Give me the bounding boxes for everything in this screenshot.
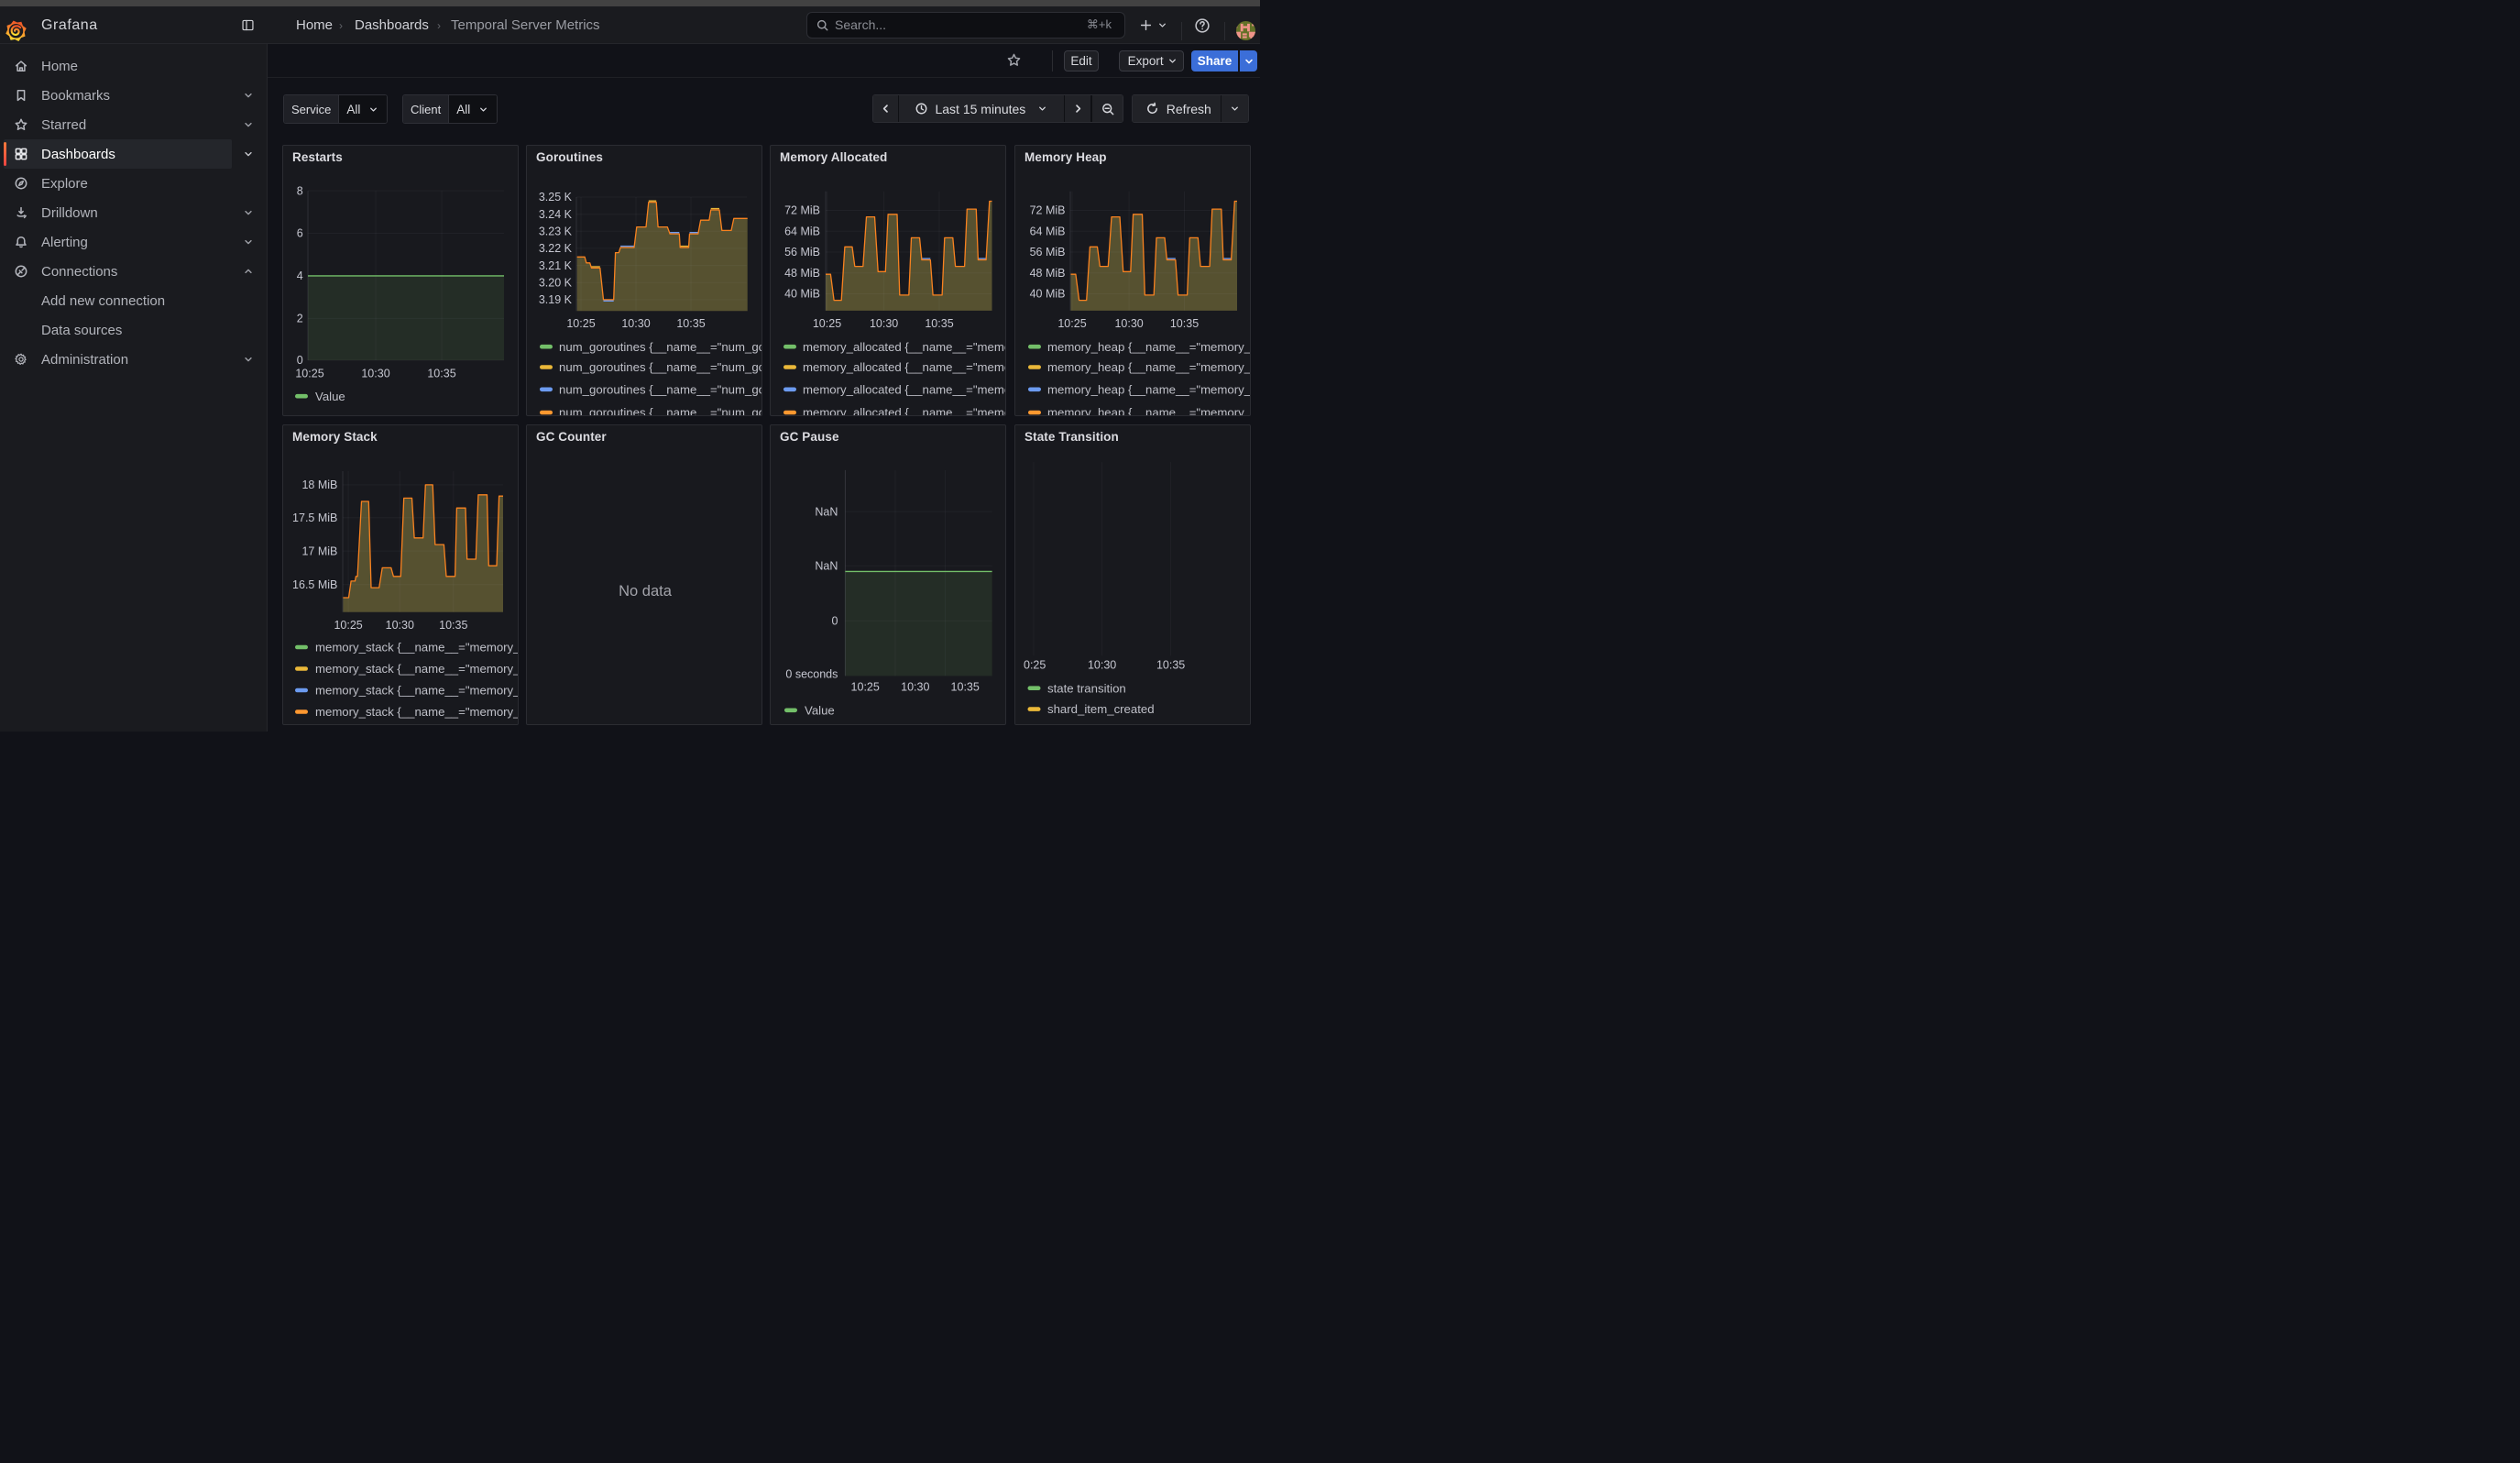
svg-text:48 MiB: 48 MiB (784, 266, 820, 279)
svg-text:6: 6 (297, 226, 303, 239)
svg-text:10:30: 10:30 (621, 317, 650, 330)
svg-text:10:25: 10:25 (334, 619, 362, 632)
svg-text:17 MiB: 17 MiB (301, 544, 337, 557)
svg-text:shard_item_created: shard_item_created (1047, 702, 1155, 716)
svg-text:72 MiB: 72 MiB (1030, 204, 1066, 216)
svg-text:64 MiB: 64 MiB (784, 225, 820, 237)
svg-text:3.19 K: 3.19 K (539, 293, 573, 306)
svg-text:memory_heap {__name__="memory_: memory_heap {__name__="memory_heap" (1047, 360, 1251, 374)
svg-text:memory_allocated {__name__="me: memory_allocated {__name__="memory_alloc… (803, 382, 1006, 396)
svg-text:memory_heap {__name__="memory_: memory_heap {__name__="memory_heap" (1047, 339, 1251, 353)
svg-text:3.20 K: 3.20 K (539, 276, 573, 289)
svg-text:56 MiB: 56 MiB (1030, 246, 1066, 258)
svg-text:No data: No data (619, 583, 673, 600)
svg-text:17.5 MiB: 17.5 MiB (292, 512, 337, 524)
svg-text:8: 8 (297, 184, 303, 197)
svg-text:0 seconds: 0 seconds (785, 667, 838, 680)
svg-text:10:30: 10:30 (386, 619, 414, 632)
svg-text:3.24 K: 3.24 K (539, 207, 573, 220)
svg-text:memory_stack {__name__="memory: memory_stack {__name__="memory_stack" (315, 705, 519, 719)
svg-text:memory_heap {__name__="memory_: memory_heap {__name__="memory_heap" (1047, 405, 1251, 415)
svg-text:10:35: 10:35 (439, 619, 467, 632)
svg-text:Value: Value (315, 389, 345, 402)
svg-text:memory_allocated {__name__="me: memory_allocated {__name__="memory_alloc… (803, 360, 1006, 374)
svg-text:memory_stack {__name__="memory: memory_stack {__name__="memory_stack" (315, 662, 519, 676)
svg-text:10:35: 10:35 (1156, 658, 1185, 671)
svg-text:2: 2 (297, 312, 303, 324)
svg-text:memory_allocated {__name__="me: memory_allocated {__name__="memory_alloc… (803, 405, 1006, 415)
svg-text:10:35: 10:35 (925, 317, 953, 330)
svg-text:10:35: 10:35 (427, 367, 455, 380)
svg-text:40 MiB: 40 MiB (1030, 287, 1066, 300)
svg-text:num_goroutines {__name__="num_: num_goroutines {__name__="num_goroutines… (559, 382, 762, 396)
svg-text:10:35: 10:35 (676, 317, 705, 330)
svg-text:10:25: 10:25 (295, 367, 323, 380)
svg-text:3.21 K: 3.21 K (539, 258, 573, 271)
svg-text:10:35: 10:35 (951, 680, 980, 693)
svg-text:18 MiB: 18 MiB (301, 478, 337, 491)
svg-text:memory_stack {__name__="memory: memory_stack {__name__="memory_stack" (315, 683, 519, 697)
svg-text:Value: Value (805, 703, 835, 717)
svg-text:10:30: 10:30 (1114, 317, 1143, 330)
svg-text:num_goroutines {__name__="num_: num_goroutines {__name__="num_goroutines… (559, 360, 762, 374)
svg-text:memory_heap {__name__="memory_: memory_heap {__name__="memory_heap" (1047, 382, 1251, 396)
svg-text:state transition: state transition (1047, 681, 1126, 695)
svg-text:40 MiB: 40 MiB (784, 287, 820, 300)
svg-text:10:30: 10:30 (901, 680, 929, 693)
svg-text:64 MiB: 64 MiB (1030, 225, 1066, 237)
svg-text:4: 4 (297, 270, 303, 282)
svg-text:10:30: 10:30 (870, 317, 898, 330)
svg-text:48 MiB: 48 MiB (1030, 266, 1066, 279)
svg-text:num_goroutines {__name__="num_: num_goroutines {__name__="num_goroutines… (559, 339, 762, 353)
svg-text:3.23 K: 3.23 K (539, 225, 573, 237)
svg-text:10:30: 10:30 (1088, 658, 1116, 671)
svg-text:72 MiB: 72 MiB (784, 204, 820, 216)
svg-text:10:30: 10:30 (361, 367, 389, 380)
svg-text:16.5 MiB: 16.5 MiB (292, 578, 337, 590)
svg-text:56 MiB: 56 MiB (784, 246, 820, 258)
svg-text:10:25: 10:25 (1057, 317, 1086, 330)
svg-text:memory_stack {__name__="memory: memory_stack {__name__="memory_stack" (315, 640, 519, 654)
svg-text:NaN: NaN (815, 559, 838, 572)
svg-text:10:25: 10:25 (566, 317, 595, 330)
svg-text:10:25: 10:25 (813, 317, 841, 330)
svg-text:10:35: 10:35 (1170, 317, 1199, 330)
svg-text:10:25: 10:25 (851, 680, 880, 693)
svg-text:memory_allocated {__name__="me: memory_allocated {__name__="memory_alloc… (803, 339, 1006, 353)
svg-text:0: 0 (831, 614, 838, 627)
svg-text:0: 0 (297, 354, 303, 367)
svg-text:NaN: NaN (815, 505, 838, 518)
svg-text:0:25: 0:25 (1024, 658, 1046, 671)
svg-text:3.25 K: 3.25 K (539, 191, 573, 204)
svg-text:num_goroutines {__name__="num_: num_goroutines {__name__="num_goroutines… (559, 405, 762, 415)
svg-text:3.22 K: 3.22 K (539, 242, 573, 255)
